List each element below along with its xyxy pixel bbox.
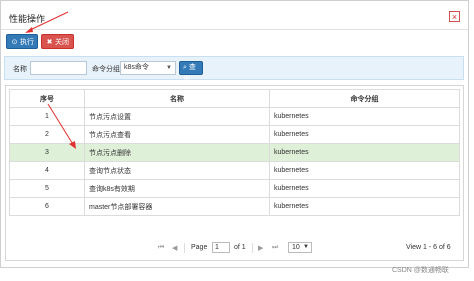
table-row[interactable]: 6 master节点部署容器 kubernetes (9, 197, 460, 216)
cell-name: 节点污点设置 (84, 107, 270, 126)
dialog-close-icon[interactable]: × (449, 11, 460, 22)
cell-name: master节点部署容器 (84, 197, 270, 216)
page-number-input[interactable]: 1 (212, 242, 230, 253)
cell-name: 查询节点状态 (84, 161, 270, 180)
close-button[interactable]: ✖ 关闭 (41, 34, 74, 49)
table-row[interactable]: 1 节点污点设置 kubernetes (9, 107, 460, 126)
cell-group: kubernetes (269, 107, 460, 126)
table-row-selected[interactable]: 3 节点污点删除 kubernetes (9, 143, 460, 162)
header-group[interactable]: 命令分组 (269, 89, 460, 108)
cell-name: 查询k8s有效期 (84, 179, 270, 198)
header-index[interactable]: 序号 (9, 89, 85, 108)
cell-name: 节点污点查看 (84, 125, 270, 144)
last-page-icon[interactable]: ⏭ (272, 244, 278, 252)
pager-divider (184, 243, 185, 253)
dialog-window: 性能操作 × ⊙ 执行 ✖ 关闭 名称 命令分组 k8s命令 ▼ ⌕ 查询 序号 名… (0, 0, 469, 268)
execute-button[interactable]: ⊙ 执行 (6, 34, 38, 49)
page-size-select[interactable]: 10 ▼ (288, 242, 312, 253)
dialog-titlebar: 性能操作 × (1, 1, 468, 30)
header-name[interactable]: 名称 (84, 89, 270, 108)
page-of-label: of 1 (234, 244, 246, 251)
cell-name: 节点污点删除 (84, 143, 270, 162)
search-icon: ⌕ (183, 64, 187, 71)
group-select-value: k8s命令 (124, 64, 149, 71)
table-header-row: 序号 名称 命令分组 (9, 89, 460, 108)
first-page-icon[interactable]: ⏮ (158, 244, 164, 252)
pager: ⏮ ◀ Page 1 of 1 ▶ ⏭ 10 ▼ View 1 - 6 of 6 (6, 241, 463, 255)
page-label: Page (191, 244, 208, 251)
name-label: 名称 (13, 66, 27, 73)
table-row[interactable]: 4 查询节点状态 kubernetes (9, 161, 460, 180)
cell-index: 1 (9, 107, 85, 126)
view-range-text: View 1 - 6 of 6 (406, 244, 451, 251)
watermark-text: CSDN @数通畅联 (392, 267, 449, 274)
pager-divider (252, 243, 253, 253)
cell-index: 3 (9, 143, 85, 162)
name-input[interactable] (30, 61, 87, 75)
cell-index: 5 (9, 179, 85, 198)
table-row[interactable]: 5 查询k8s有效期 kubernetes (9, 179, 460, 198)
page-size-value: 10 (292, 244, 300, 251)
filter-bar: 名称 命令分组 k8s命令 ▼ ⌕ 查询 (4, 56, 464, 83)
cell-index: 4 (9, 161, 85, 180)
cell-index: 2 (9, 125, 85, 144)
group-select[interactable]: k8s命令 ▼ (120, 61, 176, 75)
cell-group: kubernetes (269, 161, 460, 180)
cell-index: 6 (9, 197, 85, 216)
next-page-icon[interactable]: ▶ (258, 244, 263, 252)
group-label: 命令分组 (92, 66, 120, 73)
close-icon: ✖ (46, 39, 53, 46)
chevron-down-icon: ▼ (166, 65, 172, 71)
prev-page-icon[interactable]: ◀ (172, 244, 177, 252)
grid-panel: 序号 名称 命令分组 1 节点污点设置 kubernetes 2 节点污点查看 … (5, 85, 464, 261)
table-row[interactable]: 2 节点污点查看 kubernetes (9, 125, 460, 144)
cell-group: kubernetes (269, 197, 460, 216)
execute-label: 执行 (20, 39, 34, 46)
cell-group: kubernetes (269, 143, 460, 162)
query-button[interactable]: ⌕ 查询 (179, 61, 203, 83)
command-table: 序号 名称 命令分组 1 节点污点设置 kubernetes 2 节点污点查看 … (9, 89, 460, 216)
cell-group: kubernetes (269, 125, 460, 144)
close-label: 关闭 (55, 39, 69, 46)
cell-group: kubernetes (269, 179, 460, 198)
play-circle-icon: ⊙ (11, 39, 18, 46)
chevron-down-icon: ▼ (303, 244, 309, 250)
dialog-title: 性能操作 (9, 14, 46, 24)
